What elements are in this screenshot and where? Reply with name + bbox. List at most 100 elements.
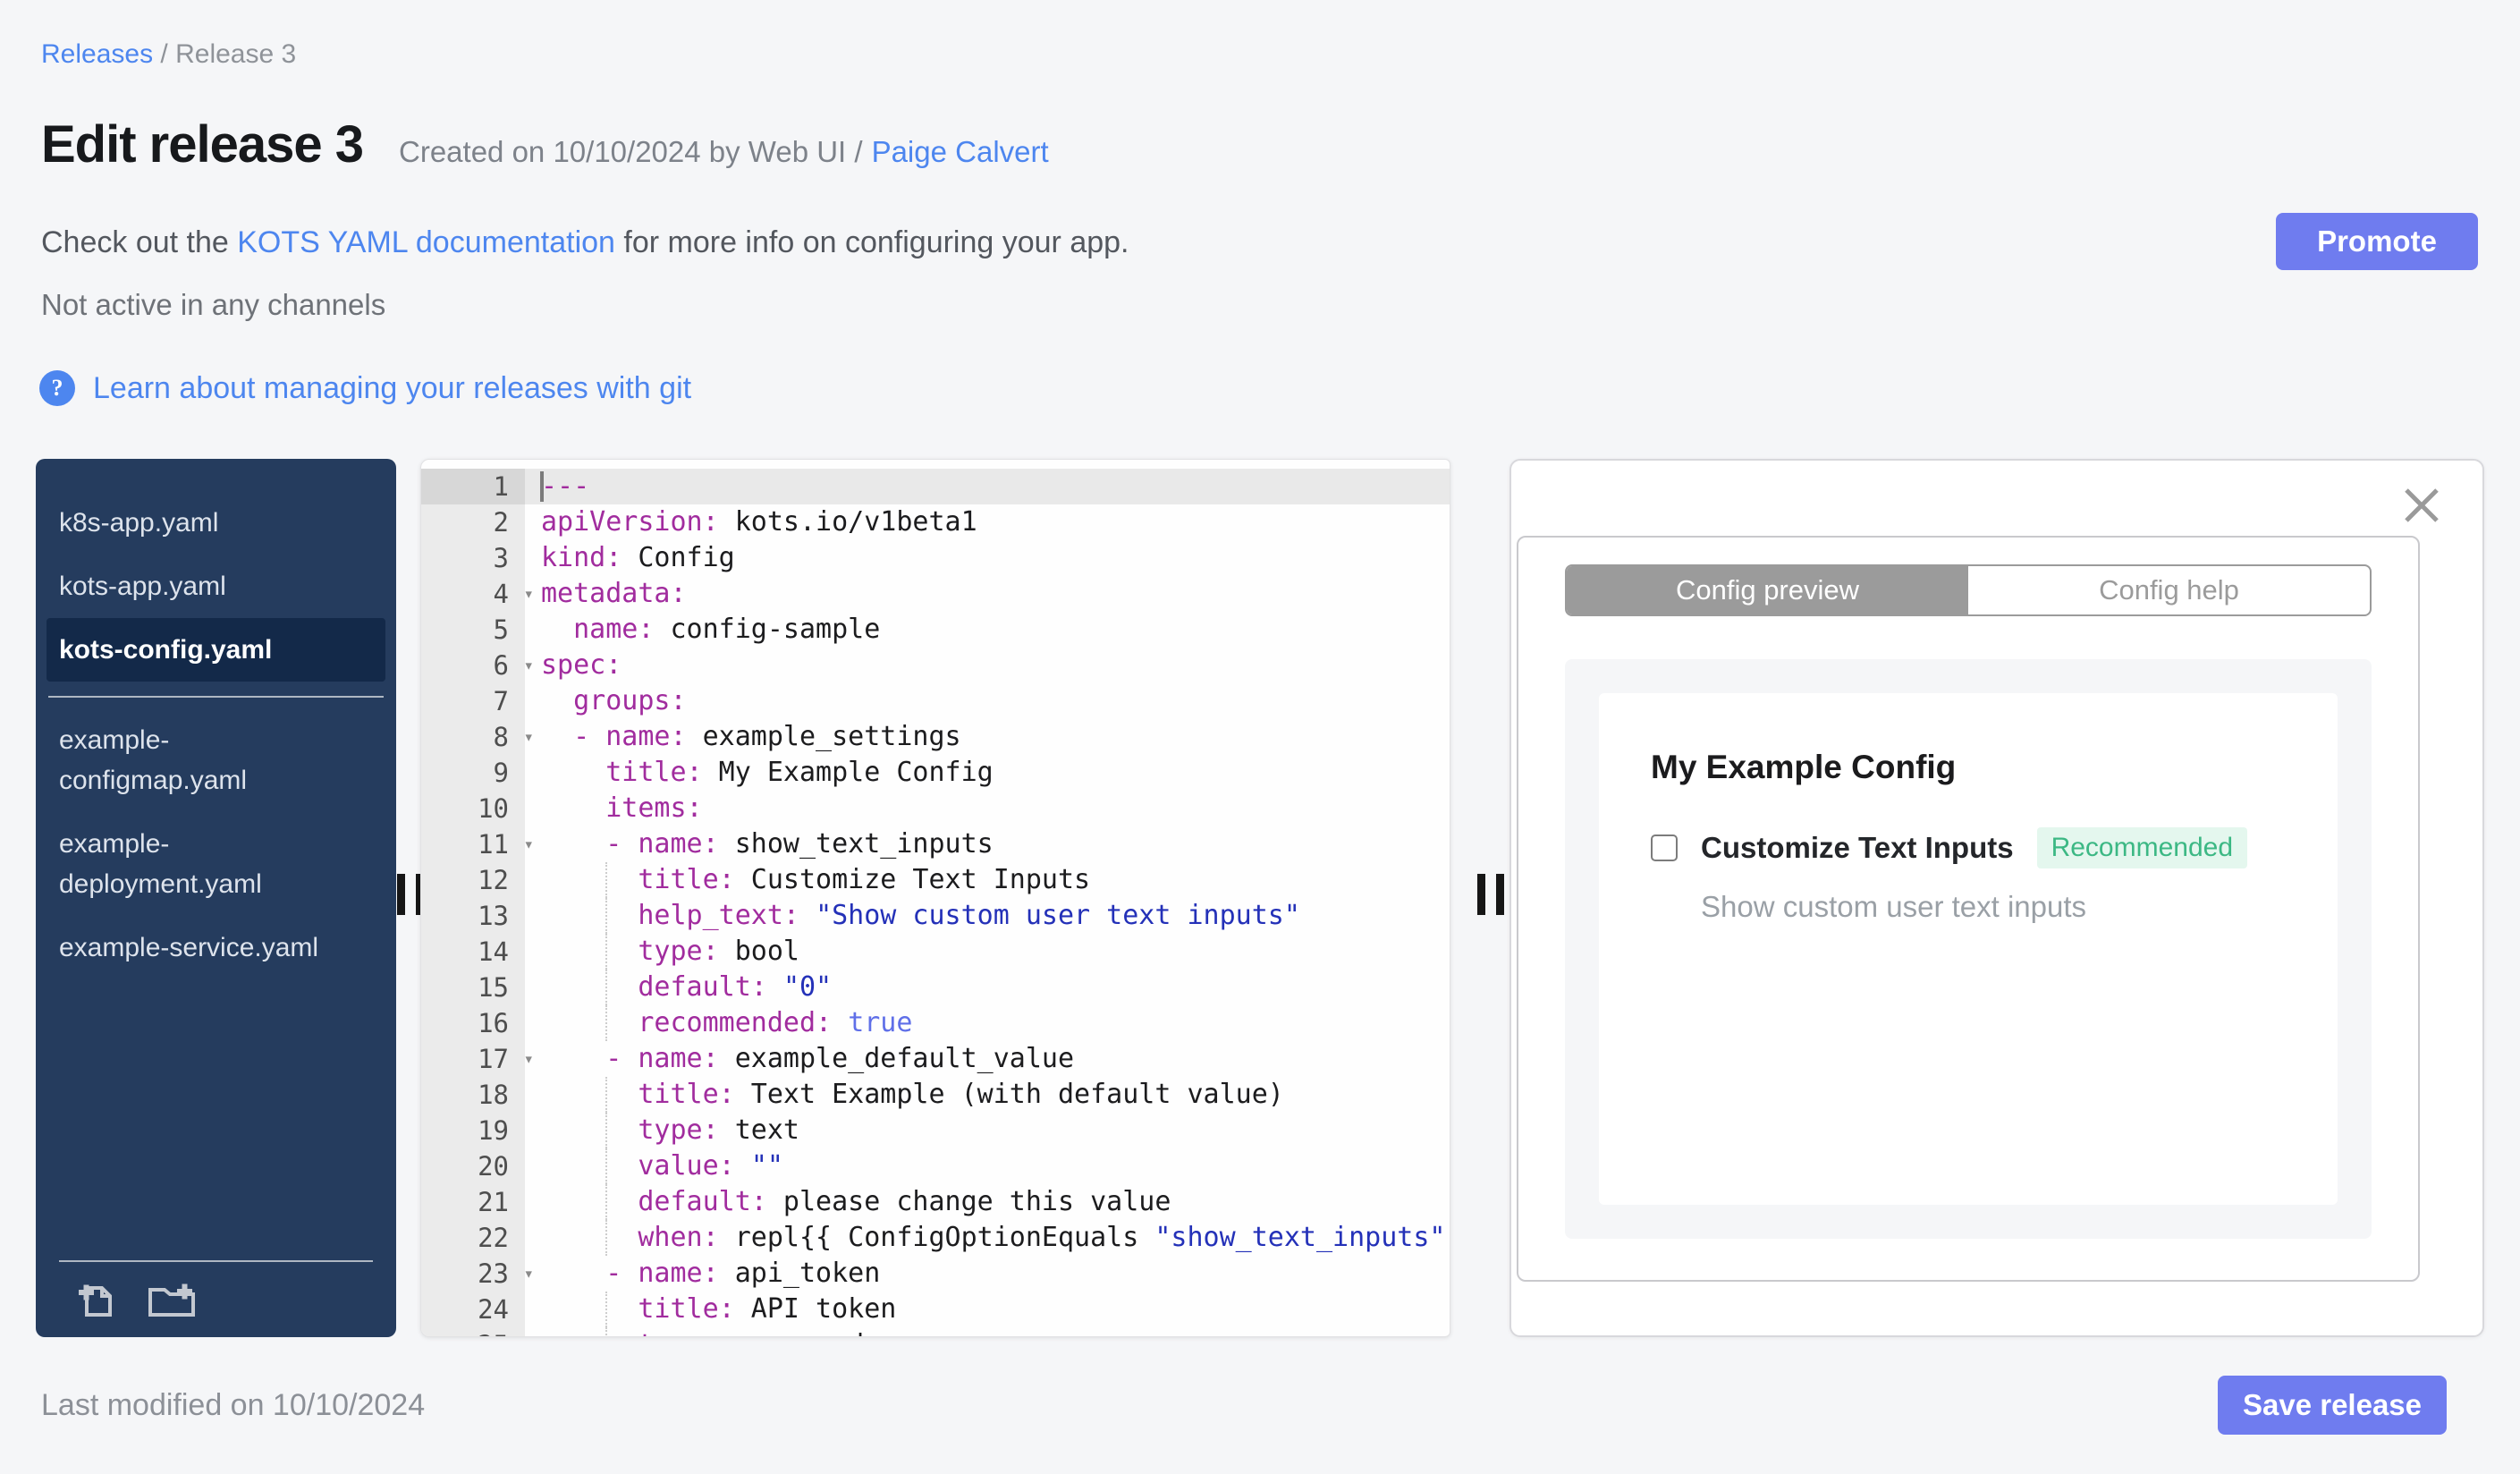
sidebar-file-kots-config-yaml[interactable]: kots-config.yaml [47, 618, 385, 682]
line-number: 2 [421, 504, 525, 540]
file-sidebar: k8s-app.yaml kots-app.yaml kots-config.yam… [36, 459, 396, 1337]
code-content[interactable]: - name: example_settings [525, 719, 1450, 755]
code-line-2[interactable]: 2 apiVersion: kots.io/v1beta1 [421, 504, 1450, 540]
sidebar-file-k8s-app-yaml[interactable]: k8s-app.yaml [47, 491, 385, 555]
code-line-19[interactable]: 19 type: text [421, 1113, 1450, 1148]
page-title: Edit release 3 [41, 115, 364, 174]
code-content[interactable]: help_text: "Show custom user text inputs… [525, 898, 1450, 934]
code-line-20[interactable]: 20 value: "" [421, 1148, 1450, 1184]
code-line-10[interactable]: 10 items: [421, 791, 1450, 826]
tab-config-preview[interactable]: Config preview [1567, 566, 1968, 614]
line-number: 12 [421, 862, 525, 898]
code-line-15[interactable]: 15 default: "0" [421, 970, 1450, 1005]
customize-text-inputs-checkbox[interactable] [1651, 834, 1678, 861]
doc-suffix: for more info on configuring your app. [614, 225, 1129, 259]
code-content[interactable]: default: please change this value [525, 1184, 1450, 1220]
breadcrumb: Releases / Release 3 [41, 39, 296, 70]
indent-guide [605, 1220, 608, 1256]
code-content[interactable]: title: Customize Text Inputs [525, 862, 1450, 898]
code-line-17[interactable]: 17 ▾ - name: example_default_value [421, 1041, 1450, 1077]
line-number: 8 ▾ [421, 719, 534, 755]
line-number: 19 [421, 1113, 525, 1148]
indent-guide [605, 1077, 608, 1113]
code-line-23[interactable]: 23 ▾ - name: api_token [421, 1256, 1450, 1292]
sidebar-file-example-service-yaml[interactable]: example-service.yaml [47, 916, 385, 979]
sidebar-file-example-deployment-yaml[interactable]: example- deployment.yaml [47, 812, 385, 916]
code-line-4[interactable]: 4 ▾ metadata: [421, 576, 1450, 612]
git-row: ? Learn about managing your releases wit… [39, 370, 691, 406]
code-content[interactable]: - name: example_default_value [525, 1041, 1450, 1077]
sidebar-file-kots-app-yaml[interactable]: kots-app.yaml [47, 555, 385, 618]
line-number: 18 [421, 1077, 525, 1113]
code-line-25[interactable]: 25 type: password [421, 1327, 1450, 1336]
preview-resize-handle[interactable] [1477, 874, 1506, 915]
code-line-3[interactable]: 3 kind: Config [421, 540, 1450, 576]
code-content[interactable]: type: password [525, 1327, 1450, 1336]
code-line-5[interactable]: 5 name: config-sample [421, 612, 1450, 648]
code-line-16[interactable]: 16 recommended: true [421, 1005, 1450, 1041]
git-releases-link[interactable]: Learn about managing your releases with … [93, 371, 691, 406]
code-line-9[interactable]: 9 title: My Example Config [421, 755, 1450, 791]
sidebar-file-example-configmap-yaml[interactable]: example- configmap.yaml [47, 708, 385, 812]
file-list: k8s-app.yaml kots-app.yaml kots-config.yam… [36, 491, 396, 979]
add-file-icon[interactable] [73, 1276, 122, 1325]
line-number: 24 [421, 1292, 525, 1327]
code-content[interactable]: metadata: [525, 576, 1450, 612]
code-line-13[interactable]: 13 help_text: "Show custom user text inp… [421, 898, 1450, 934]
code-content[interactable]: title: Text Example (with default value) [525, 1077, 1450, 1113]
line-number: 25 [421, 1327, 525, 1336]
code-content[interactable]: value: "" [525, 1148, 1450, 1184]
fold-arrow-icon[interactable]: ▾ [524, 826, 534, 862]
question-mark-icon[interactable]: ? [39, 370, 75, 406]
code-line-11[interactable]: 11 ▾ - name: show_text_inputs [421, 826, 1450, 862]
breadcrumb-releases-link[interactable]: Releases [41, 39, 153, 69]
code-content[interactable]: - name: api_token [525, 1256, 1450, 1292]
fold-arrow-icon[interactable]: ▾ [524, 719, 534, 755]
code-content[interactable]: title: API token [525, 1292, 1450, 1327]
code-content[interactable]: --- [525, 469, 1450, 504]
created-meta: Created on 10/10/2024 by Web UI / Paige C… [399, 135, 1049, 169]
save-release-button[interactable]: Save release [2218, 1376, 2447, 1435]
code-line-24[interactable]: 24 title: API token [421, 1292, 1450, 1327]
code-content[interactable]: spec: [525, 648, 1450, 683]
code-content[interactable]: title: My Example Config [525, 755, 1450, 791]
config-group-title: My Example Config [1651, 749, 1957, 785]
code-line-14[interactable]: 14 type: bool [421, 934, 1450, 970]
created-by-link[interactable]: Paige Calvert [872, 135, 1049, 168]
code-content[interactable]: apiVersion: kots.io/v1beta1 [525, 504, 1450, 540]
kots-yaml-doc-link[interactable]: KOTS YAML documentation [237, 225, 615, 259]
code-line-12[interactable]: 12 title: Customize Text Inputs [421, 862, 1450, 898]
code-content[interactable]: default: "0" [525, 970, 1450, 1005]
code-content[interactable]: type: text [525, 1113, 1450, 1148]
line-number: 16 [421, 1005, 525, 1041]
code-content[interactable]: groups: [525, 683, 1450, 719]
indent-guide [605, 862, 608, 898]
channel-status: Not active in any channels [41, 288, 386, 321]
code-line-22[interactable]: 22 when: repl{{ ConfigOptionEquals "show… [421, 1220, 1450, 1256]
code-content[interactable]: kind: Config [525, 540, 1450, 576]
code-line-6[interactable]: 6 ▾ spec: [421, 648, 1450, 683]
yaml-code-editor[interactable]: 1 --- 2 apiVersion: kots.io/v1beta1 3 kind: C… [420, 459, 1450, 1337]
code-content[interactable]: when: repl{{ ConfigOptionEquals "show_te… [525, 1220, 1450, 1256]
code-line-8[interactable]: 8 ▾ - name: example_settings [421, 719, 1450, 755]
add-folder-icon[interactable] [145, 1276, 200, 1325]
code-line-1[interactable]: 1 --- [421, 469, 1450, 504]
code-line-18[interactable]: 18 title: Text Example (with default val… [421, 1077, 1450, 1113]
line-number: 17 ▾ [421, 1041, 534, 1077]
code-line-21[interactable]: 21 default: please change this value [421, 1184, 1450, 1220]
fold-arrow-icon[interactable]: ▾ [524, 1041, 534, 1077]
code-content[interactable]: - name: show_text_inputs [525, 826, 1450, 862]
code-content[interactable]: type: bool [525, 934, 1450, 970]
fold-arrow-icon[interactable]: ▾ [524, 576, 534, 612]
code-line-7[interactable]: 7 groups: [421, 683, 1450, 719]
indent-guide [605, 1184, 608, 1220]
code-content[interactable]: name: config-sample [525, 612, 1450, 648]
fold-arrow-icon[interactable]: ▾ [524, 1256, 534, 1292]
code-content[interactable]: items: [525, 791, 1450, 826]
tab-config-help[interactable]: Config help [1968, 566, 2370, 614]
indent-guide [605, 1113, 608, 1148]
close-icon[interactable] [2401, 485, 2442, 526]
promote-button[interactable]: Promote [2276, 213, 2478, 270]
code-content[interactable]: recommended: true [525, 1005, 1450, 1041]
fold-arrow-icon[interactable]: ▾ [524, 648, 534, 683]
